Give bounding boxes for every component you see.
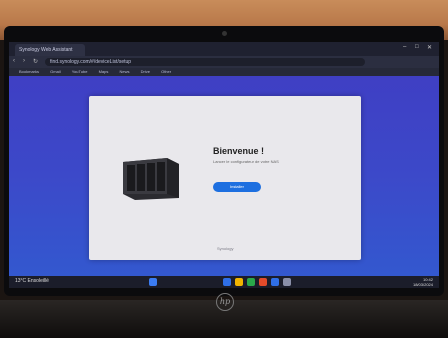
bookmark-item[interactable]: Gmail: [50, 69, 60, 74]
back-icon[interactable]: ‹: [13, 58, 15, 64]
weather-widget[interactable]: 13°C Ensoleillé: [15, 278, 49, 284]
bookmarks-bar: Bookmarks Gmail YouTube Maps News Drive …: [9, 68, 439, 76]
browser-tab[interactable]: Synology Web Assistant: [15, 44, 85, 56]
nas-device-image: [123, 158, 179, 200]
close-icon[interactable]: ✕: [427, 44, 432, 51]
taskbar-app-icon[interactable]: [247, 278, 255, 286]
install-button[interactable]: Installer: [213, 182, 261, 192]
minimize-icon[interactable]: –: [403, 44, 406, 50]
bookmark-item[interactable]: Bookmarks: [19, 69, 39, 74]
start-icon[interactable]: [149, 278, 157, 286]
address-bar-row: ‹ › ↻ find.synology.com/#/deviceList/set…: [9, 56, 439, 68]
footer-link[interactable]: Synology: [217, 246, 233, 251]
page-viewport: Bienvenue ! Lancer le configurateur de v…: [9, 76, 439, 276]
hp-logo: hp: [216, 293, 234, 311]
taskbar-app-icon[interactable]: [235, 278, 243, 286]
bookmark-item[interactable]: News: [119, 69, 129, 74]
bookmark-item[interactable]: YouTube: [72, 69, 88, 74]
setup-card: Bienvenue ! Lancer le configurateur de v…: [89, 96, 361, 260]
webcam-icon: [222, 31, 227, 36]
forward-icon[interactable]: ›: [23, 58, 25, 64]
welcome-title: Bienvenue !: [213, 146, 265, 156]
screen: Synology Web Assistant – □ ✕ ‹ › ↻ find.…: [9, 42, 439, 288]
taskbar-app-icon[interactable]: [283, 278, 291, 286]
clock-date: 18/03/2024: [412, 282, 433, 287]
reload-icon[interactable]: ↻: [33, 58, 38, 65]
taskbar-app-icon[interactable]: [271, 278, 279, 286]
taskbar-app-icon[interactable]: [223, 278, 231, 286]
welcome-subtitle: Lancer le configurateur de votre NAS: [213, 159, 279, 164]
bookmark-item[interactable]: Maps: [99, 69, 109, 74]
taskbar-app-icon[interactable]: [259, 278, 267, 286]
bookmark-item[interactable]: Other: [161, 69, 171, 74]
url-input[interactable]: find.synology.com/#/deviceList/setup: [45, 58, 365, 66]
maximize-icon[interactable]: □: [415, 44, 419, 50]
system-tray-clock[interactable]: 10:42 18/03/2024: [413, 277, 433, 287]
browser-tab-bar: Synology Web Assistant – □ ✕: [9, 42, 439, 56]
taskbar: 13°C Ensoleillé 10:42 18/03/2024: [9, 276, 439, 288]
bookmark-item[interactable]: Drive: [141, 69, 150, 74]
